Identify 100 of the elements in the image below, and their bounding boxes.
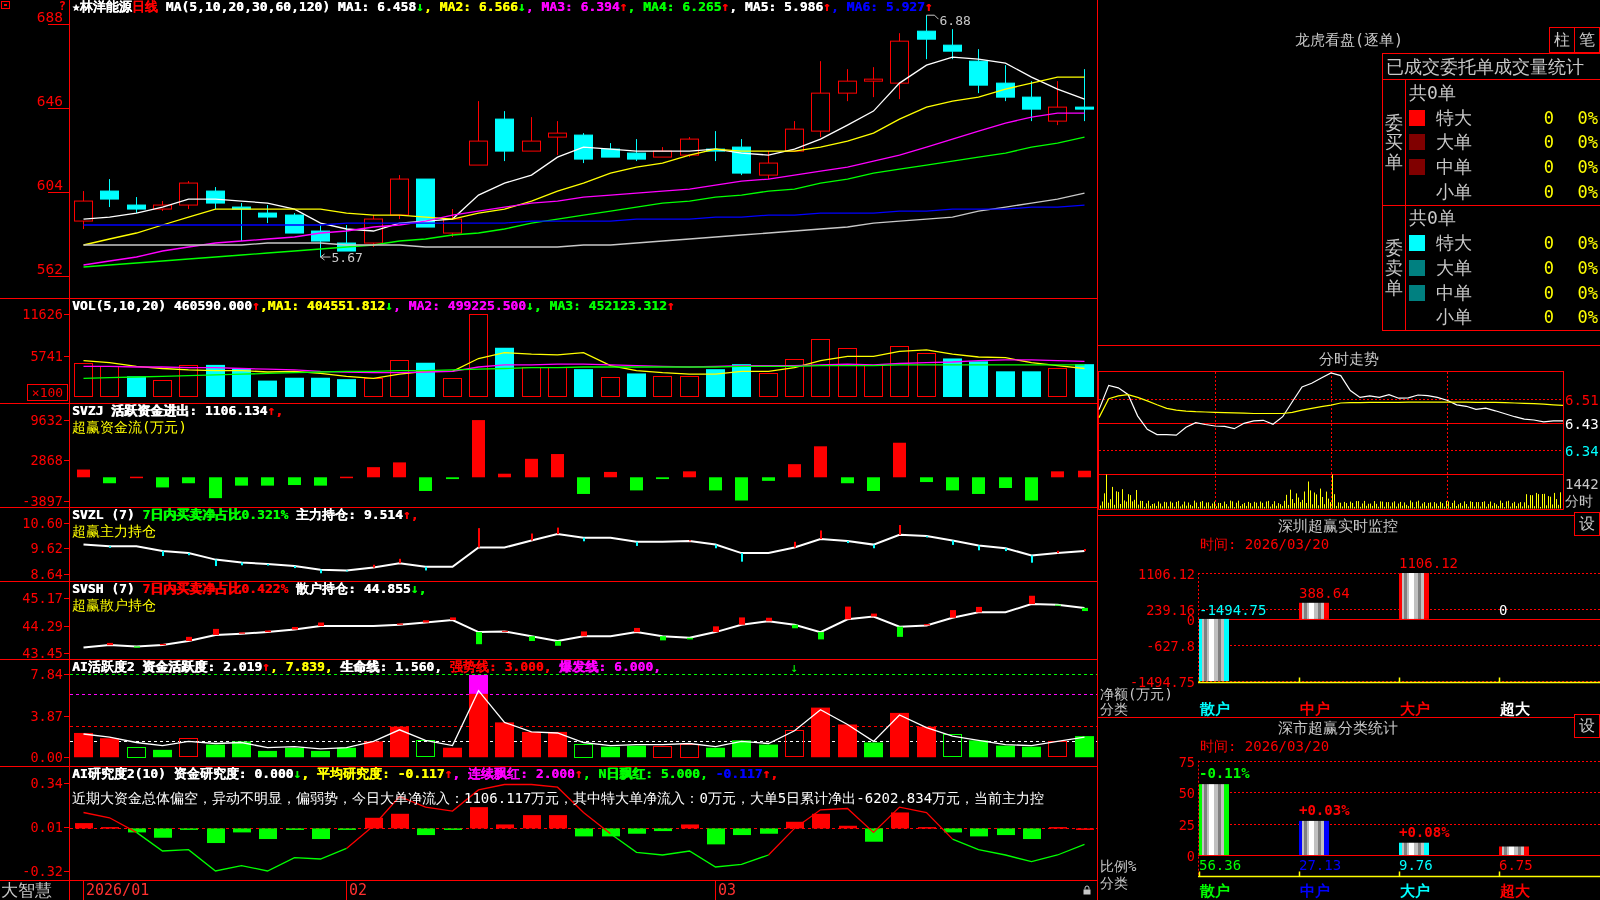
change-mark	[845, 606, 851, 620]
candlestick	[574, 132, 593, 164]
capital-flow-bar	[156, 477, 169, 488]
capital-flow-bar	[709, 477, 722, 491]
research-bar	[681, 824, 699, 829]
capital-flow-bar	[130, 476, 143, 479]
research-bar	[760, 828, 778, 834]
candlestick	[443, 208, 462, 238]
candlestick	[232, 202, 251, 242]
candlestick	[416, 178, 435, 228]
axis-tick-label: 0.01	[30, 819, 63, 836]
help-mark[interactable]: ?	[58, 1, 66, 11]
capital-flow-bar	[604, 471, 617, 478]
capital-flow-bar	[683, 471, 696, 478]
change-mark	[636, 541, 638, 546]
capital-flow-bar	[788, 464, 801, 478]
table-title: 已成交委托单成交量统计	[1383, 54, 1600, 80]
time-label: 时间: 2026/03/20	[1200, 537, 1330, 551]
axis-tick-label: 50	[1178, 784, 1195, 801]
capital-flow-bar	[261, 477, 274, 486]
research-bar	[523, 815, 541, 829]
brand-label: 大智慧	[1, 881, 52, 900]
change-mark	[713, 626, 719, 633]
research-bar	[470, 807, 488, 829]
change-mark	[1029, 595, 1035, 605]
research-bar	[944, 828, 962, 833]
research-bar	[1023, 828, 1041, 840]
order-count: 0	[1543, 157, 1554, 177]
time-label: 时间: 2026/03/20	[1200, 739, 1330, 753]
order-size-label: 特大	[1436, 105, 1472, 130]
order-size-label: 中单	[1436, 280, 1472, 305]
bar-value-label: 56.36	[1199, 857, 1242, 873]
change-mark	[794, 541, 796, 548]
change-mark	[634, 627, 640, 633]
change-mark	[873, 544, 875, 549]
change-mark	[399, 558, 401, 564]
research-bar	[602, 828, 620, 837]
candlestick	[838, 68, 857, 102]
order-share: 0%	[1577, 107, 1598, 128]
date-label: 2026/01	[83, 881, 150, 900]
change-mark	[555, 641, 561, 646]
change-mark	[476, 632, 482, 645]
change-mark	[1084, 549, 1086, 552]
change-mark	[660, 636, 666, 641]
change-mark	[1057, 550, 1059, 554]
research-bar	[75, 823, 93, 829]
lock-icon[interactable]	[1083, 885, 1091, 895]
capital-flow-bar	[182, 477, 195, 484]
order-size-label: 小单	[1436, 305, 1472, 330]
research-bar	[839, 825, 857, 829]
candlestick	[759, 150, 778, 180]
category-bar	[1499, 846, 1529, 855]
change-mark	[186, 636, 192, 641]
volume-max-label: 1442	[1565, 476, 1599, 492]
candlestick	[1048, 80, 1067, 126]
research-bar	[891, 812, 909, 829]
candlestick	[74, 190, 93, 230]
indicator-legend: ★林洋能源日线 MA(5,10,20,30,60,120) MA1: 6.458↓, MA2: 6.566↓, MA3: 6.394↑, MA4: 6.265↑, MA5: 5.986↑, MA6: 5.927↑	[72, 0, 933, 13]
axis-tick-label: 75	[1178, 753, 1195, 770]
change-mark	[267, 564, 269, 566]
change-mark	[215, 559, 217, 567]
change-mark	[847, 541, 849, 544]
change-mark	[871, 613, 877, 617]
bar-value-label: 1106.12	[1399, 555, 1458, 571]
settings-button[interactable]: 设	[1574, 714, 1600, 738]
change-mark	[899, 525, 901, 535]
axis-tick-label: 604	[36, 177, 63, 194]
change-mark	[897, 626, 903, 637]
order-share: 0%	[1577, 282, 1598, 303]
change-mark	[950, 610, 956, 618]
order-size-label: 中单	[1436, 155, 1472, 179]
order-share: 0%	[1577, 132, 1598, 153]
change-mark	[741, 553, 743, 562]
group-label: 委买单	[1385, 112, 1403, 172]
change-mark	[557, 527, 559, 535]
research-bar	[707, 828, 725, 845]
order-share: 0%	[1577, 157, 1598, 177]
settings-button[interactable]: 设	[1574, 512, 1600, 536]
indicator-legend: AI研究度2(10) 资金研究度: 0.000↓, 平均研究度: -0.117↑, 连续飘红: 2.000↑, N日飘红: 5.000, -0.117↑,	[72, 767, 779, 780]
axis-tick-label: 0.00	[30, 749, 63, 766]
view-toggle-button[interactable]: 柱	[1549, 27, 1575, 53]
view-toggle-button[interactable]: 笔	[1574, 27, 1600, 53]
change-mark	[346, 570, 348, 572]
research-bar	[496, 824, 514, 829]
price-extreme-label: 6.88	[926, 13, 971, 29]
candlestick	[390, 174, 409, 220]
change-mark	[766, 617, 772, 622]
axis-tick-label: 9.62	[30, 540, 63, 557]
section-title: 分时走势	[1319, 348, 1379, 369]
capital-flow-bar	[946, 477, 959, 491]
capital-flow-bar	[393, 462, 406, 478]
axis-tick-label: 3.87	[30, 708, 63, 725]
change-mark	[1082, 607, 1088, 612]
axis-tick-label: 11626	[22, 306, 63, 322]
indicator-legend: SVZJ 活跃资金进出: 1106.134↑,	[72, 404, 284, 417]
candlestick	[917, 14, 936, 60]
chart-caption: 分时	[1565, 493, 1593, 509]
square-icon[interactable]	[1, 1, 10, 9]
research-bar	[259, 828, 277, 840]
change-mark	[687, 637, 693, 640]
